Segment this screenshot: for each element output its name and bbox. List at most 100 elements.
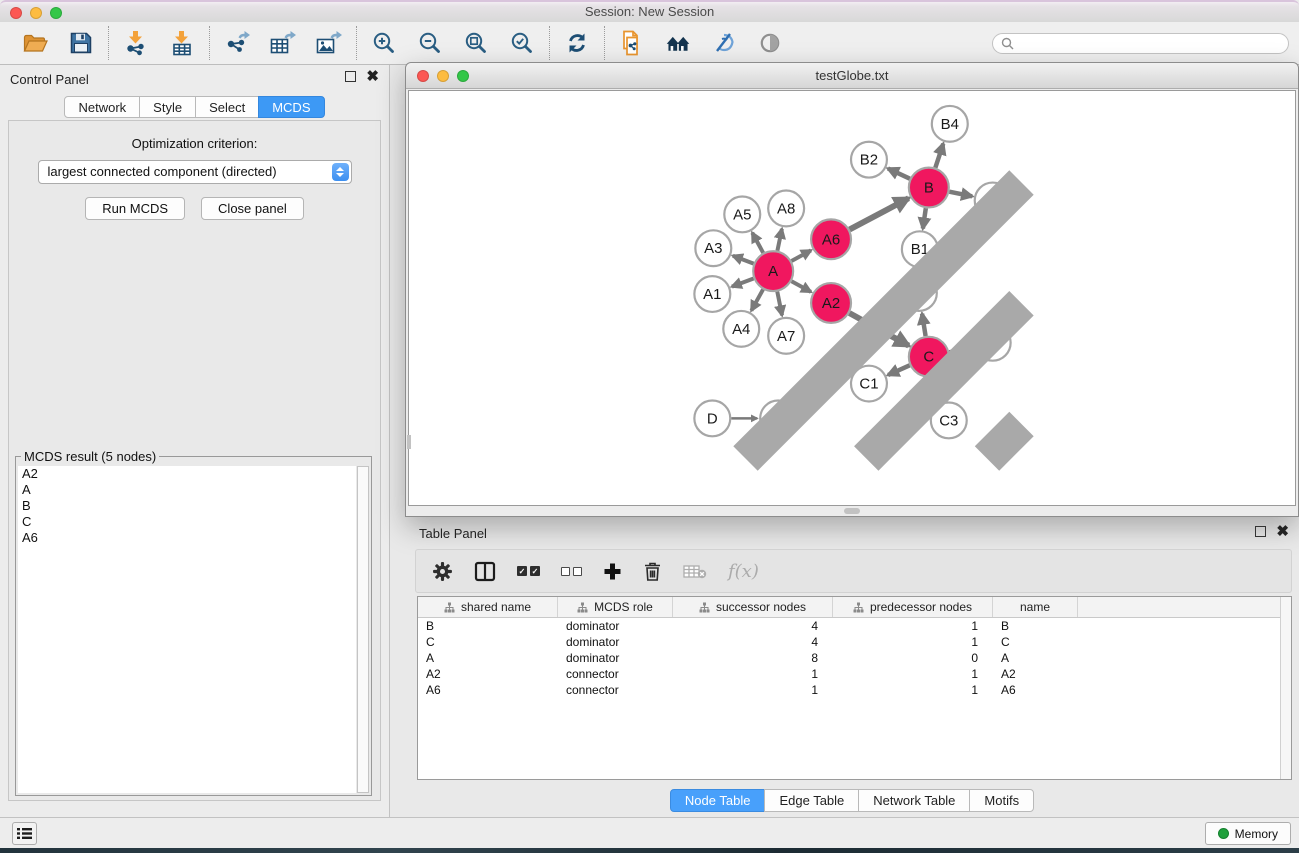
column-header-label: MCDS role	[594, 600, 653, 614]
export-network-icon[interactable]	[224, 30, 250, 56]
zoom-in-icon[interactable]	[371, 30, 397, 56]
table-cell[interactable]: A	[418, 651, 558, 665]
table-cell[interactable]: 1	[673, 683, 833, 697]
table-cell[interactable]: 4	[673, 619, 833, 633]
function-builder-icon[interactable]: f(x)	[728, 558, 759, 584]
table-cell[interactable]: 1	[833, 635, 993, 649]
tab-node-table[interactable]: Node Table	[670, 789, 766, 812]
column-header-name[interactable]: name	[993, 597, 1078, 617]
result-scrollbar[interactable]	[357, 466, 369, 793]
table-row[interactable]: A6connector11A6	[418, 682, 1291, 698]
table-cell[interactable]: 1	[833, 619, 993, 633]
table-cell[interactable]: 4	[673, 635, 833, 649]
table-cell[interactable]: B	[418, 619, 558, 633]
network-hscrollbar[interactable]	[408, 507, 1296, 515]
table-cell[interactable]: A6	[418, 683, 558, 697]
delete-column-icon[interactable]	[643, 558, 662, 584]
tab-style[interactable]: Style	[139, 96, 196, 118]
network-hscroll-thumb[interactable]	[844, 508, 860, 514]
table-cell[interactable]: dominator	[558, 619, 673, 633]
table-cell[interactable]: C	[993, 635, 1078, 649]
export-table-icon[interactable]	[270, 30, 296, 56]
network-vscroll-thumb[interactable]	[407, 435, 411, 449]
clone-network-icon[interactable]	[619, 30, 645, 56]
minimize-window-button[interactable]	[30, 7, 42, 19]
close-window-button[interactable]	[10, 7, 22, 19]
import-table-icon[interactable]	[169, 30, 195, 56]
show-graphics-details-icon[interactable]	[757, 30, 783, 56]
run-mcds-button[interactable]: Run MCDS	[85, 197, 185, 220]
column-header-shared-name[interactable]: shared name	[418, 597, 558, 617]
tab-network[interactable]: Network	[64, 96, 140, 118]
tab-mcds[interactable]: MCDS	[258, 96, 324, 118]
hide-graphics-details-icon[interactable]	[711, 30, 737, 56]
add-column-icon[interactable]	[603, 558, 622, 584]
close-panel-button[interactable]: Close panel	[201, 197, 304, 220]
table-row[interactable]: A2connector11A2	[418, 666, 1291, 682]
status-bar: Memory	[0, 817, 1299, 848]
table-cell[interactable]: A2	[418, 667, 558, 681]
table-cell[interactable]: 1	[673, 667, 833, 681]
table-cell[interactable]: connector	[558, 667, 673, 681]
zoom-out-icon[interactable]	[417, 30, 443, 56]
table-cell[interactable]: dominator	[558, 651, 673, 665]
tab-edge-table[interactable]: Edge Table	[764, 789, 859, 812]
criterion-select[interactable]: largest connected component (directed)	[38, 160, 352, 184]
table-cell[interactable]: B	[993, 619, 1078, 633]
column-header-label: shared name	[461, 600, 531, 614]
table-row[interactable]: Bdominator41B	[418, 618, 1291, 634]
settings-gear-icon[interactable]	[432, 558, 453, 584]
float-panel-icon[interactable]	[345, 71, 356, 82]
network-canvas[interactable]: AA1A2A3A4A5A6A7A8BB1B2B3B4CC1C2C3C4DD1	[408, 90, 1296, 506]
close-table-panel-icon[interactable]: ✖	[1276, 526, 1289, 537]
control-panel-tabs: NetworkStyleSelectMCDS	[0, 96, 389, 118]
mcds-result-item[interactable]: B	[18, 498, 356, 514]
maximize-window-button[interactable]	[50, 7, 62, 19]
table-scrollbar[interactable]	[1280, 597, 1291, 779]
node-table: shared name MCDS role successor nodesprede…	[417, 596, 1292, 780]
mcds-result-item[interactable]: A	[18, 482, 356, 498]
save-session-icon[interactable]	[68, 30, 94, 56]
refresh-layout-icon[interactable]	[564, 30, 590, 56]
mcds-result-item[interactable]: C	[18, 514, 356, 530]
table-cell[interactable]: connector	[558, 683, 673, 697]
search-field[interactable]	[992, 33, 1289, 54]
tab-select[interactable]: Select	[195, 96, 259, 118]
task-history-button[interactable]	[12, 822, 37, 845]
resize-grip-icon[interactable]	[406, 79, 1292, 493]
search-input[interactable]	[1019, 36, 1280, 50]
table-cell[interactable]: C	[418, 635, 558, 649]
table-cell[interactable]: A6	[993, 683, 1078, 697]
mcds-result-item[interactable]: A6	[18, 530, 356, 546]
import-network-icon[interactable]	[123, 30, 149, 56]
memory-button[interactable]: Memory	[1205, 822, 1291, 845]
select-all-columns-icon[interactable]: ✓✓	[517, 558, 540, 584]
column-header-MCDS-role[interactable]: MCDS role	[558, 597, 673, 617]
table-cell[interactable]: 1	[833, 667, 993, 681]
table-cell[interactable]: A	[993, 651, 1078, 665]
table-cell[interactable]: 1	[833, 683, 993, 697]
zoom-selected-icon[interactable]	[509, 30, 535, 56]
tab-network-table[interactable]: Network Table	[858, 789, 970, 812]
table-row[interactable]: Adominator80A	[418, 650, 1291, 666]
export-image-icon[interactable]	[316, 30, 342, 56]
column-header-successor-nodes[interactable]: successor nodes	[673, 597, 833, 617]
table-cell[interactable]: 8	[673, 651, 833, 665]
close-panel-icon[interactable]: ✖	[366, 71, 379, 82]
show-columns-icon[interactable]	[474, 558, 496, 584]
unselect-all-columns-icon[interactable]	[561, 558, 582, 584]
table-cell[interactable]: A2	[993, 667, 1078, 681]
open-session-icon[interactable]	[22, 30, 48, 56]
tab-motifs[interactable]: Motifs	[969, 789, 1034, 812]
table-row[interactable]: Cdominator41C	[418, 634, 1291, 650]
table-cell[interactable]: 0	[833, 651, 993, 665]
table-cell[interactable]: dominator	[558, 635, 673, 649]
zoom-fit-icon[interactable]	[463, 30, 489, 56]
mcds-result-item[interactable]: A2	[18, 466, 356, 482]
mcds-result-list[interactable]: A2ABCA6	[18, 466, 356, 793]
home-icon[interactable]	[665, 30, 691, 56]
mcds-result-legend: MCDS result (5 nodes)	[21, 449, 159, 464]
column-header-predecessor-nodes[interactable]: predecessor nodes	[833, 597, 993, 617]
delete-table-icon[interactable]	[683, 558, 707, 584]
float-table-panel-icon[interactable]	[1255, 526, 1266, 537]
